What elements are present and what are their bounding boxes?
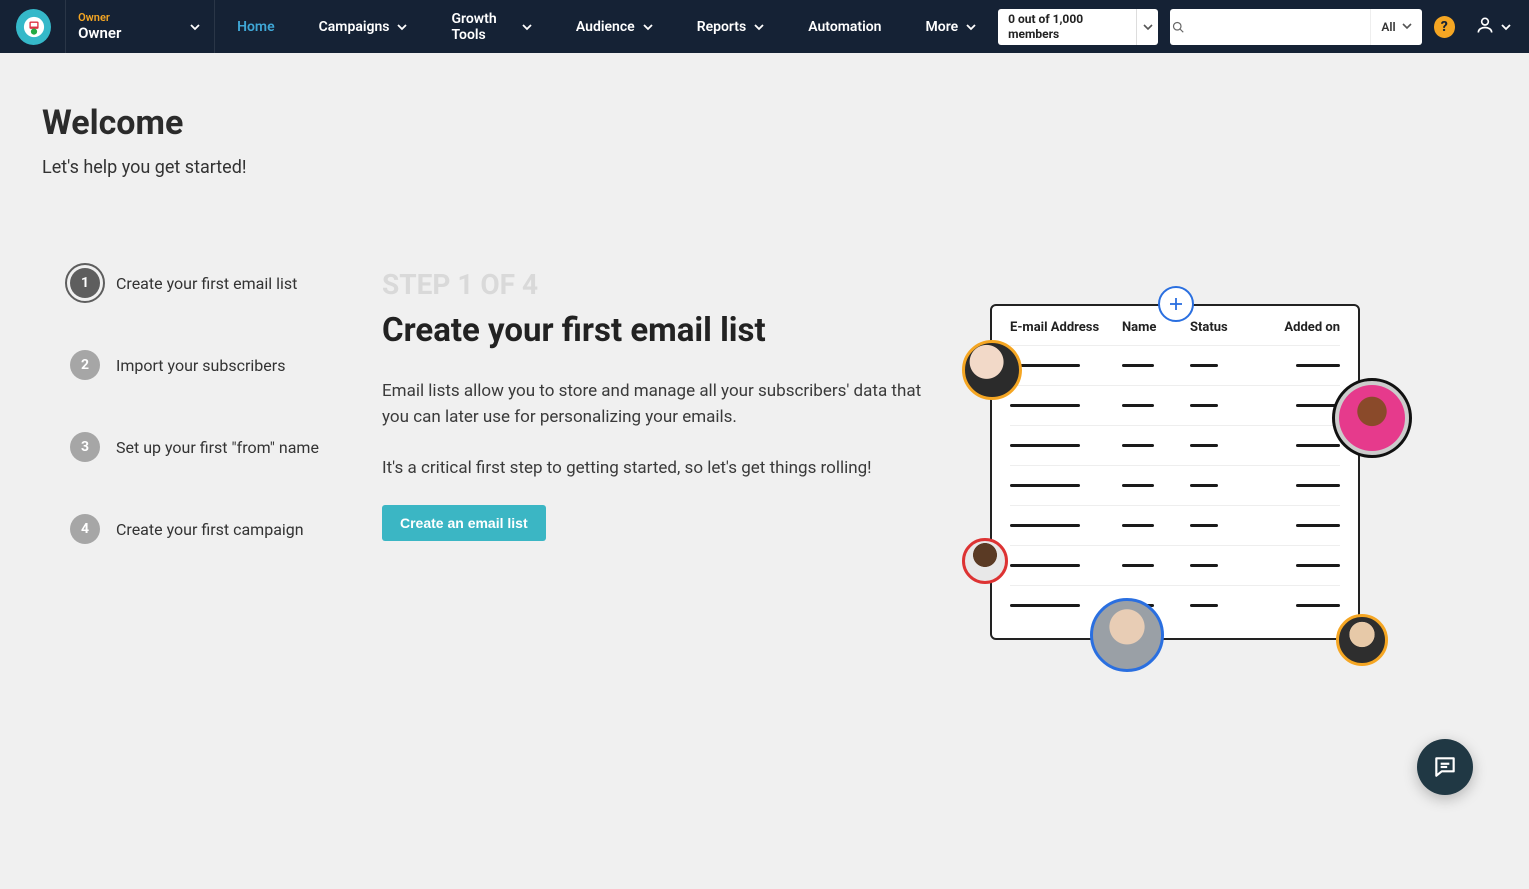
onboarding-row: 1 Create your first email list 2 Import …	[42, 268, 1489, 544]
account-name: Owner	[78, 24, 134, 42]
nav-audience-label: Audience	[576, 19, 635, 35]
step-detail: STEP 1 OF 4 Create your first email list…	[382, 268, 942, 544]
chevron-down-icon	[522, 22, 532, 32]
illustration-row	[1010, 505, 1340, 545]
col-email: E-mail Address	[1010, 320, 1122, 335]
step-number: 3	[70, 432, 100, 462]
search-filter-label: All	[1381, 20, 1395, 34]
col-status: Status	[1190, 320, 1270, 335]
avatar-icon	[1090, 598, 1164, 672]
col-added-on: Added on	[1270, 320, 1340, 335]
nav-automation[interactable]: Automation	[786, 0, 903, 53]
user-icon	[1475, 15, 1495, 39]
page-title: Welcome	[42, 103, 1489, 143]
nav-growth-tools[interactable]: Growth Tools	[429, 0, 553, 53]
navbar-right: 0 out of 1,000 members All ?	[998, 0, 1519, 53]
step-label: Import your subscribers	[116, 356, 285, 375]
account-switcher[interactable]: Owner Owner	[65, 0, 215, 53]
plus-icon	[1158, 286, 1194, 322]
top-navbar: Owner Owner Home Campaigns Growth Tools …	[0, 0, 1529, 53]
primary-nav: Home Campaigns Growth Tools Audience Rep…	[215, 0, 998, 53]
member-quota-selector[interactable]: 0 out of 1,000 members	[998, 9, 1158, 45]
nav-more[interactable]: More	[904, 0, 999, 53]
step-label: Set up your first "from" name	[116, 438, 319, 457]
step-title: Create your first email list	[382, 311, 942, 350]
help-icon-label: ?	[1441, 19, 1448, 35]
nav-campaigns[interactable]: Campaigns	[297, 0, 430, 53]
illustration-table: E-mail Address Name Status Added on	[990, 304, 1360, 640]
nav-more-label: More	[926, 19, 959, 35]
step-1[interactable]: 1 Create your first email list	[70, 268, 382, 298]
search-box: All	[1170, 9, 1421, 45]
step-paragraph-2: It's a critical first step to getting st…	[382, 455, 942, 481]
chat-widget-button[interactable]	[1417, 739, 1473, 795]
col-name: Name	[1122, 320, 1190, 335]
nav-automation-label: Automation	[808, 19, 881, 35]
avatar-icon	[1336, 614, 1388, 666]
step-paragraph-1: Email lists allow you to store and manag…	[382, 378, 942, 431]
step-number: 2	[70, 350, 100, 380]
nav-audience[interactable]: Audience	[554, 0, 675, 53]
step-label: Create your first campaign	[116, 520, 304, 539]
page-content: Welcome Let's help you get started! 1 Cr…	[0, 53, 1529, 584]
step-label: Create your first email list	[116, 274, 297, 293]
avatar-icon	[1332, 378, 1412, 458]
illustration-table-header: E-mail Address Name Status Added on	[1010, 320, 1340, 335]
step-number: 1	[70, 268, 100, 298]
search-icon	[1170, 21, 1186, 33]
chevron-down-icon	[754, 22, 764, 32]
monkey-icon	[23, 16, 45, 38]
nav-growth-tools-label: Growth Tools	[451, 11, 513, 43]
search-filter-selector[interactable]: All	[1370, 9, 1421, 45]
account-role: Owner	[78, 11, 134, 24]
create-email-list-button[interactable]: Create an email list	[382, 505, 546, 541]
step-list: 1 Create your first email list 2 Import …	[42, 268, 382, 544]
chevron-down-icon	[966, 22, 976, 32]
avatar-icon	[962, 340, 1022, 400]
illustration-row	[1010, 425, 1340, 465]
help-button[interactable]: ?	[1434, 16, 1455, 38]
chevron-down-icon	[397, 22, 407, 32]
page-subtitle: Let's help you get started!	[42, 157, 1489, 178]
illustration-row	[1010, 385, 1340, 425]
avatar-icon	[962, 538, 1008, 584]
chat-icon	[1432, 754, 1458, 780]
chevron-down-icon	[1501, 17, 1511, 36]
user-menu[interactable]	[1467, 15, 1519, 39]
chevron-down-icon	[1402, 20, 1412, 34]
illustration-row	[1010, 585, 1340, 625]
step-4[interactable]: 4 Create your first campaign	[70, 514, 382, 544]
nav-reports-label: Reports	[697, 19, 747, 35]
chevron-down-icon	[643, 22, 653, 32]
nav-campaigns-label: Campaigns	[319, 19, 390, 35]
nav-home-label: Home	[237, 19, 275, 35]
member-quota-text: 0 out of 1,000 members	[998, 10, 1158, 43]
chevron-down-icon	[1136, 9, 1158, 45]
search-input[interactable]	[1186, 19, 1370, 34]
step-2[interactable]: 2 Import your subscribers	[70, 350, 382, 380]
illustration-row	[1010, 545, 1340, 585]
illustration-row	[1010, 465, 1340, 505]
illustration-row	[1010, 345, 1340, 385]
step-counter: STEP 1 OF 4	[382, 268, 942, 301]
step-number: 4	[70, 514, 100, 544]
nav-home[interactable]: Home	[215, 0, 297, 53]
step-3[interactable]: 3 Set up your first "from" name	[70, 432, 382, 462]
chevron-down-icon	[190, 22, 200, 32]
nav-reports[interactable]: Reports	[675, 0, 787, 53]
illustration: E-mail Address Name Status Added on	[962, 268, 1402, 544]
brand-logo[interactable]	[16, 9, 51, 45]
